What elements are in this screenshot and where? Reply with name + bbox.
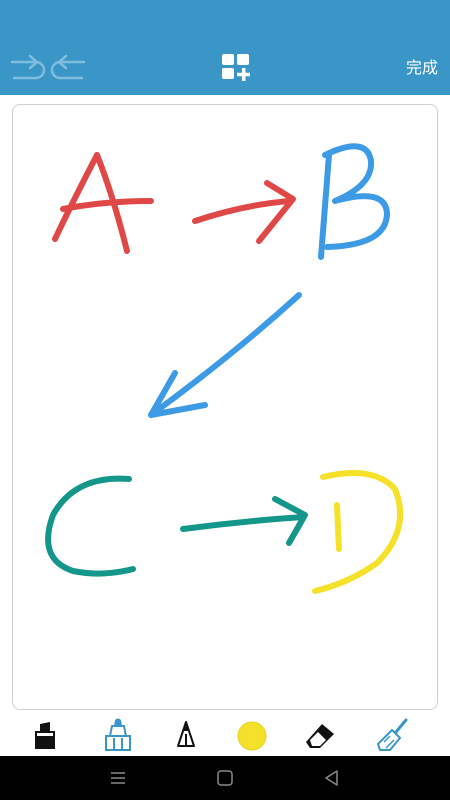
stroke-arrow-c-d — [180, 496, 308, 546]
home-icon[interactable] — [215, 768, 235, 788]
top-app-bar: 完成 — [0, 0, 450, 95]
marker-icon[interactable] — [26, 716, 62, 752]
redo-icon[interactable] — [6, 52, 46, 82]
stroke-letter-c — [45, 475, 136, 577]
highlighter-icon[interactable] — [100, 716, 136, 752]
undo-icon[interactable] — [50, 52, 90, 82]
menu-icon[interactable] — [108, 768, 128, 788]
stroke-letter-b — [318, 143, 390, 260]
stroke-letter-a — [52, 152, 154, 254]
eraser-icon[interactable] — [302, 716, 338, 752]
pencil-icon[interactable] — [168, 716, 204, 752]
clear-icon[interactable] — [376, 716, 412, 752]
stroke-arrow-b-c — [148, 292, 302, 418]
stroke-letter-d — [312, 470, 404, 594]
system-nav-bar — [0, 756, 450, 800]
add-page-icon[interactable] — [220, 52, 254, 82]
stroke-arrow-a-b — [192, 180, 296, 244]
back-icon[interactable] — [322, 768, 342, 788]
tool-bar — [0, 712, 450, 756]
done-button[interactable]: 完成 — [406, 58, 438, 78]
drawing-canvas[interactable] — [12, 104, 438, 710]
color-picker[interactable] — [234, 716, 270, 752]
